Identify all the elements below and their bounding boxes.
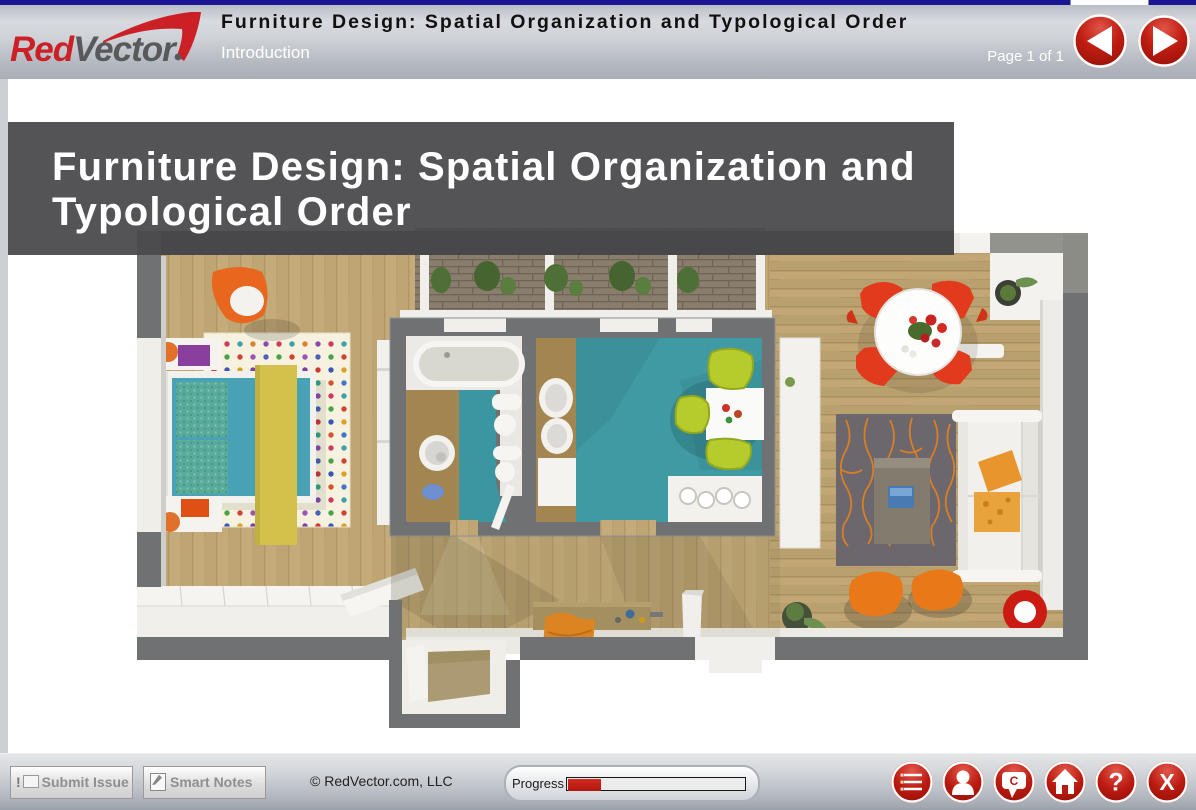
svg-text:C: C: [1010, 774, 1019, 788]
svg-text:?: ?: [1108, 769, 1123, 797]
svg-text:X: X: [1159, 769, 1175, 795]
